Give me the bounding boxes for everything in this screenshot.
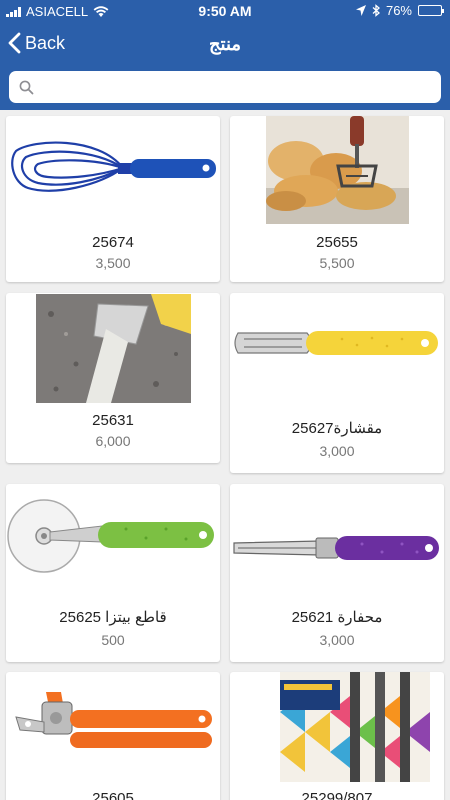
product-price: 3,500: [95, 255, 131, 271]
product-name: 25605: [92, 790, 134, 800]
product-name: 25631: [92, 412, 134, 429]
product-card[interactable]: 25631 6,000: [6, 293, 220, 463]
product-name: 25655: [316, 234, 358, 251]
product-card[interactable]: 25605: [6, 672, 220, 800]
product-card[interactable]: قاطع بيتزا 25625 500: [6, 484, 220, 662]
product-card[interactable]: 25655 5,500: [230, 116, 444, 282]
back-button[interactable]: Back: [8, 32, 65, 54]
product-name: 25299/807: [301, 790, 373, 800]
search-bar: [0, 68, 450, 110]
product-price: 6,000: [95, 433, 131, 449]
product-price: 5,500: [319, 255, 355, 271]
product-price: 3,000: [319, 632, 355, 648]
product-name: محفارة 25621: [291, 609, 383, 626]
product-image-corer: [233, 536, 439, 560]
battery-percent: 76%: [385, 3, 412, 18]
product-name: قاطع بيتزا 25625: [59, 609, 167, 626]
product-price: 500: [101, 632, 125, 648]
product-name: مقشارة25627: [291, 420, 383, 437]
status-bar: ASIACELL 9:50 AM 76%: [0, 0, 450, 22]
navigation-bar: Back منتج: [0, 22, 450, 68]
search-icon: [19, 80, 34, 94]
search-input[interactable]: [42, 79, 441, 95]
product-image-masher: [266, 116, 409, 224]
product-name: 25674: [92, 234, 134, 251]
chevron-left-icon: [8, 32, 21, 54]
product-image-whisk: [11, 141, 216, 192]
bluetooth-icon: [372, 4, 380, 17]
product-image-utensil-set: [280, 672, 430, 782]
search-box[interactable]: [9, 71, 441, 103]
product-card[interactable]: 25674 3,500: [6, 116, 220, 282]
product-card[interactable]: 25299/807: [230, 672, 444, 800]
product-card[interactable]: مقشارة25627 3,000: [230, 293, 444, 473]
page-title: منتج: [208, 34, 242, 54]
product-image-can-opener: [15, 692, 212, 748]
product-image-cheese-slicer: [36, 294, 191, 403]
product-image-pizza-cutter: [7, 499, 214, 573]
product-card[interactable]: محفارة 25621 3,000: [230, 484, 444, 662]
product-price: 3,000: [319, 443, 355, 459]
status-right: 76%: [355, 3, 444, 18]
back-label: Back: [25, 32, 66, 53]
location-icon: [355, 5, 366, 16]
product-image-peeler: [234, 331, 438, 355]
battery-icon: [418, 5, 444, 16]
